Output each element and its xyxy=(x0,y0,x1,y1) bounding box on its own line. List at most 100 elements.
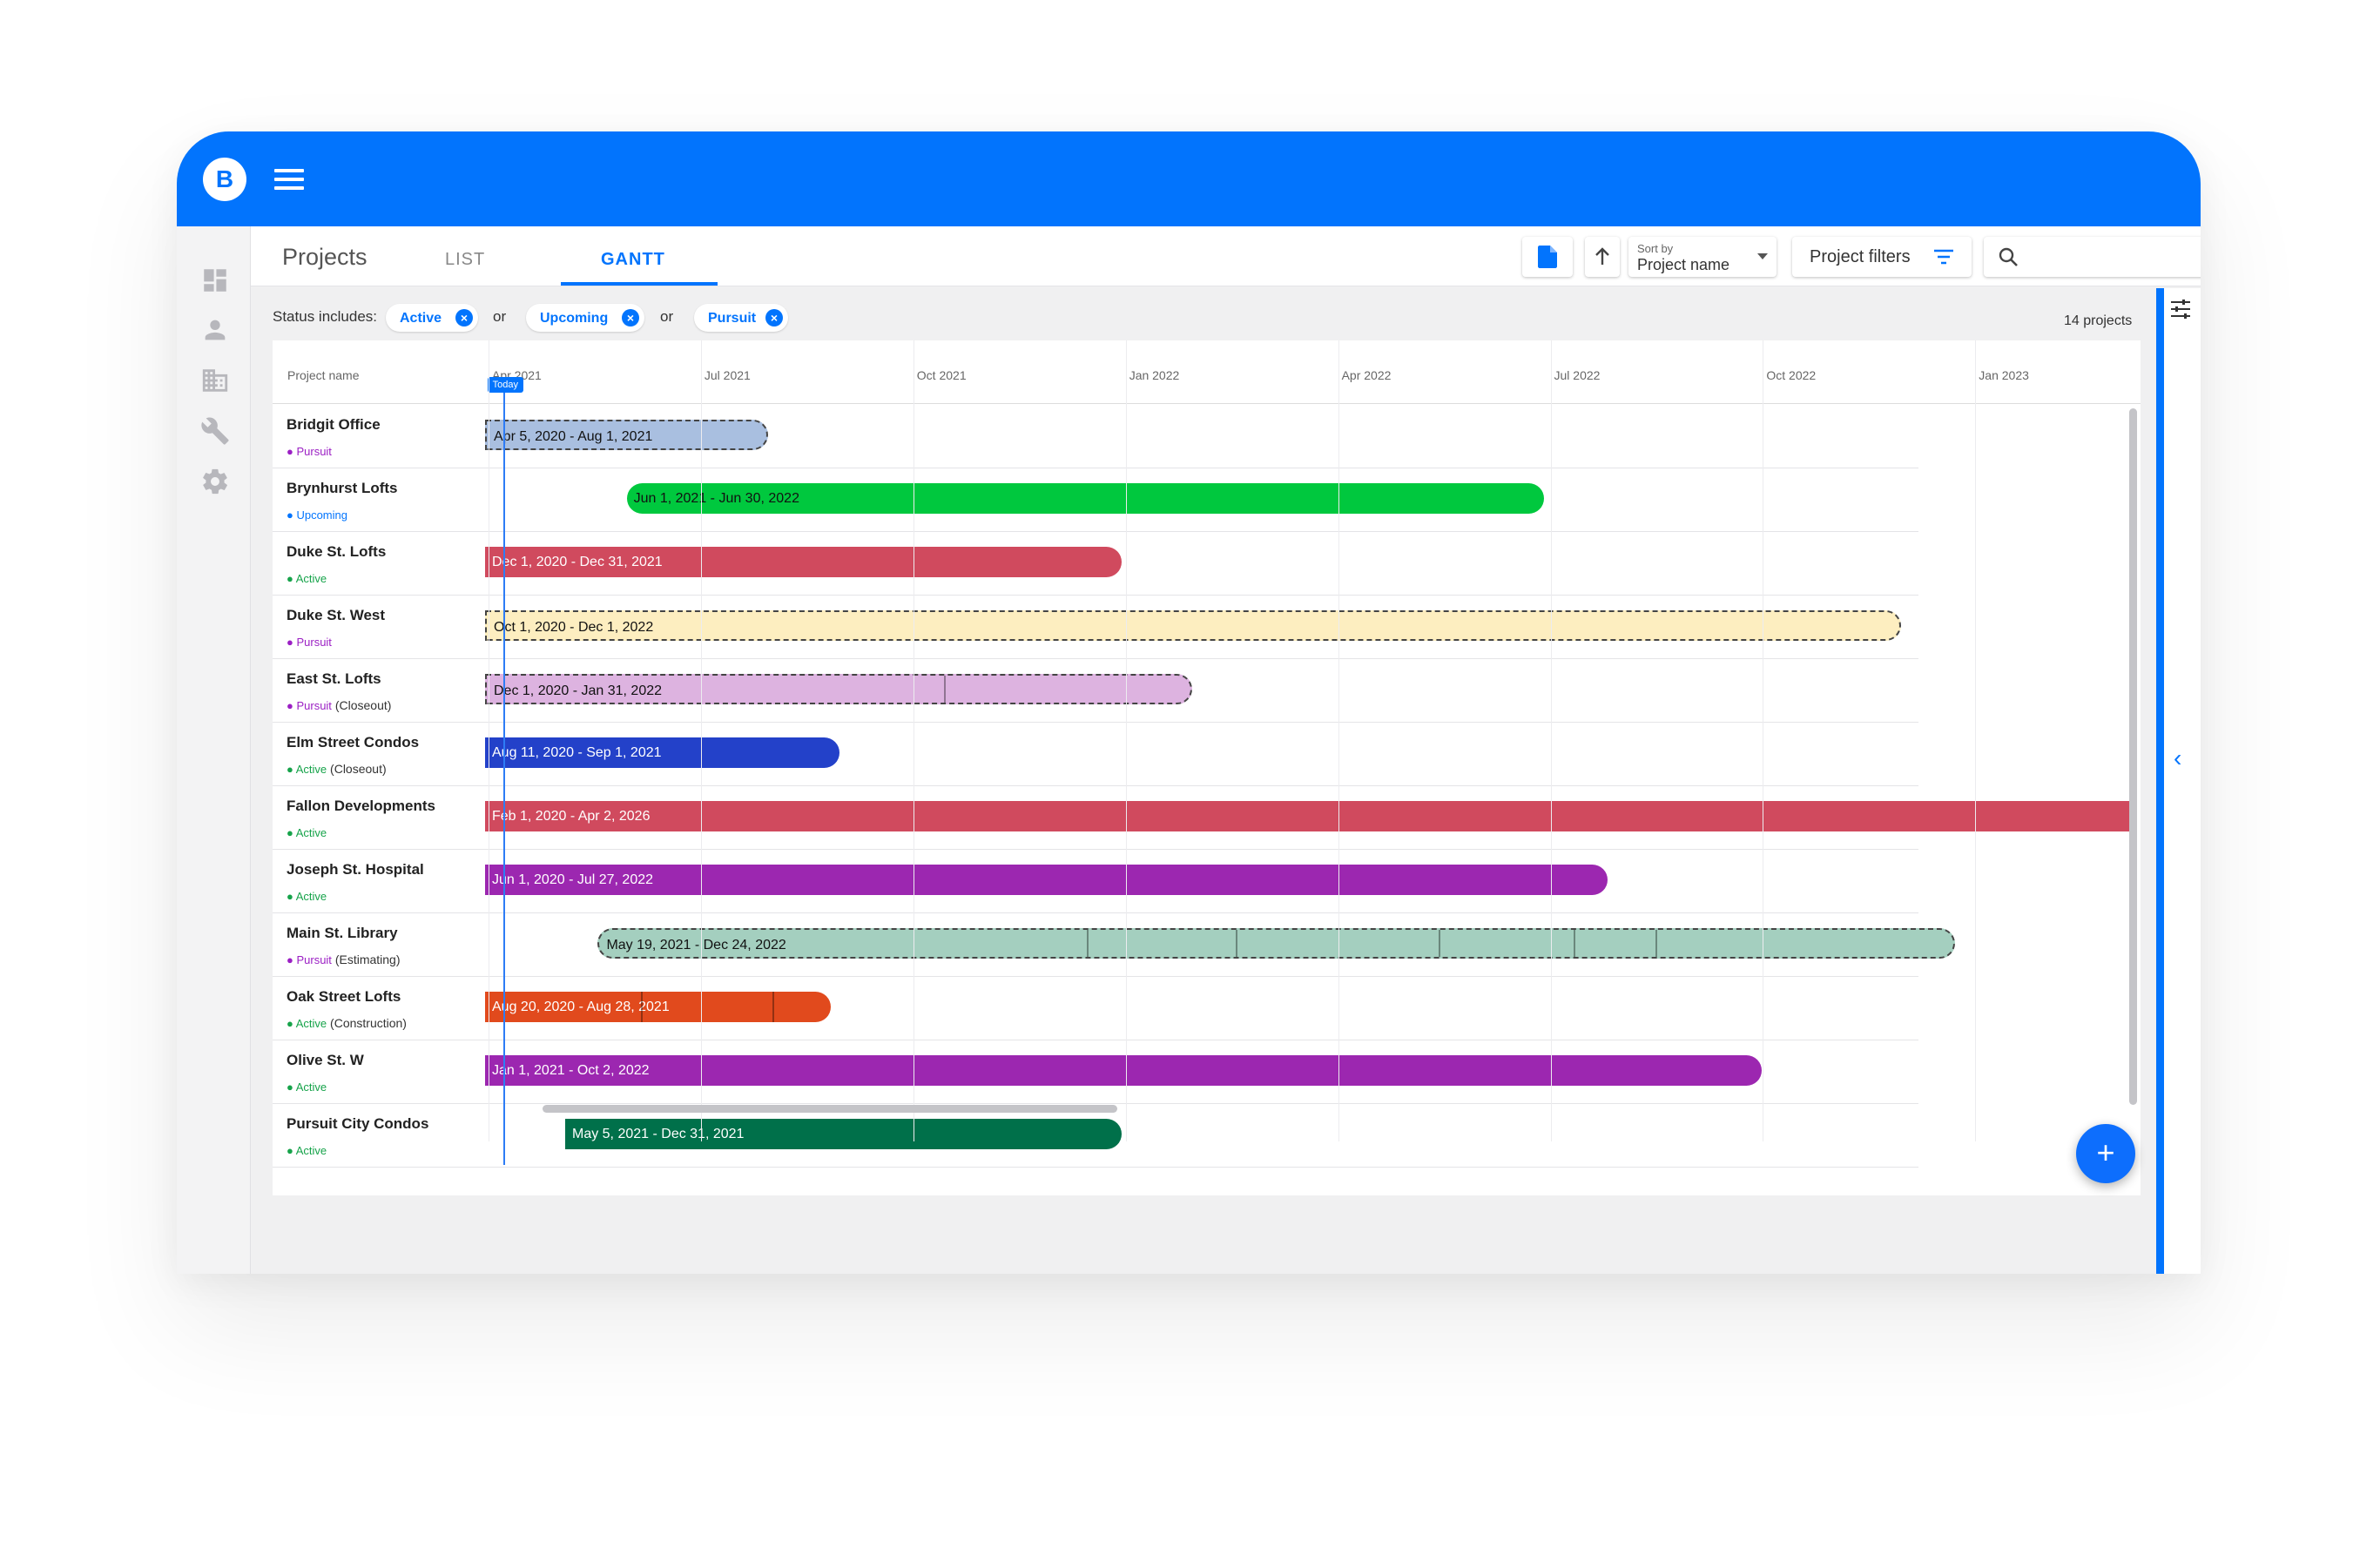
project-status: ● Active (Closeout) xyxy=(287,762,387,776)
month-label: Oct 2022 xyxy=(1766,368,1817,382)
gantt-row[interactable]: Main St. Library ● Pursuit (Estimating) Ma… xyxy=(273,912,1955,976)
gantt-bar[interactable]: Aug 20, 2020 - Aug 28, 2021 xyxy=(485,992,832,1022)
search-input[interactable] xyxy=(2027,244,2201,272)
project-name[interactable]: Main St. Library xyxy=(287,925,398,942)
project-name[interactable]: Duke St. West xyxy=(287,607,385,624)
tab-gantt[interactable]: GANTT xyxy=(601,250,665,270)
project-name[interactable]: Olive St. W xyxy=(287,1052,364,1069)
status-dot-icon: ● Pursuit xyxy=(287,445,332,458)
project-status: ● Upcoming xyxy=(287,508,347,522)
project-filters-label: Project filters xyxy=(1810,247,1911,266)
gantt-bar[interactable]: May 5, 2021 - Dec 31, 2021 xyxy=(564,1119,1122,1149)
tune-settings-icon[interactable] xyxy=(2169,299,2192,320)
project-name[interactable]: Joseph St. Hospital xyxy=(287,861,424,878)
page-title: Projects xyxy=(282,244,367,270)
project-status: ● Pursuit (Estimating) xyxy=(287,953,401,966)
status-dot-icon: ● Active xyxy=(287,1080,327,1094)
gantt-bar-dates: Dec 1, 2020 - Dec 31, 2021 xyxy=(492,555,663,569)
vertical-scrollbar[interactable] xyxy=(2129,408,2137,1105)
building-icon[interactable] xyxy=(200,366,230,395)
person-icon[interactable] xyxy=(200,315,230,345)
app-logo[interactable]: B xyxy=(203,158,246,201)
gantt-bar-dates: Apr 5, 2020 - Aug 1, 2021 xyxy=(494,429,653,444)
gantt-bar[interactable]: May 19, 2021 - Dec 24, 2022 xyxy=(597,928,1955,959)
status-dot-icon: ● Upcoming xyxy=(287,508,347,522)
gantt-row[interactable]: Fallon Developments ● Active Feb 1, 2020 -… xyxy=(273,785,2132,849)
gantt-bar[interactable]: Dec 1, 2020 - Jan 31, 2022 xyxy=(485,674,1192,704)
sort-direction-button[interactable] xyxy=(1585,237,1620,277)
month-label: Jan 2022 xyxy=(1129,368,1180,382)
project-name[interactable]: Oak Street Lofts xyxy=(287,988,401,1006)
project-status: ● Active (Construction) xyxy=(287,1016,407,1030)
gantt-bar[interactable]: Dec 1, 2020 - Dec 31, 2021 xyxy=(485,547,1122,577)
row-divider xyxy=(273,1167,1918,1168)
filter-icon xyxy=(1934,249,1953,265)
tab-list[interactable]: LIST xyxy=(445,250,485,270)
gear-icon[interactable] xyxy=(200,467,230,496)
gantt-bar-dates: Jan 1, 2021 - Oct 2, 2022 xyxy=(492,1063,650,1078)
project-status: ● Active xyxy=(287,1143,327,1157)
project-status: ● Active xyxy=(287,1080,327,1094)
hamburger-menu-icon[interactable] xyxy=(274,169,304,190)
status-dot-icon: ● Active xyxy=(287,1144,327,1157)
project-filters-button[interactable]: Project filters xyxy=(1792,237,1972,277)
gantt-row[interactable]: Brynhurst Lofts ● Upcoming Jun 1, 2021 - J… xyxy=(273,468,1918,531)
status-dot-icon: ● Pursuit xyxy=(287,699,332,712)
chip-pursuit[interactable]: Pursuit × xyxy=(694,304,788,332)
gantt-row[interactable]: Bridgit Office ● Pursuit Apr 5, 2020 - Aug… xyxy=(273,404,1918,468)
gantt-row[interactable]: Elm Street Condos ● Active (Closeout) Aug … xyxy=(273,722,1918,785)
month-gridline xyxy=(1550,340,1552,1141)
remove-chip-icon[interactable]: × xyxy=(455,309,473,326)
document-icon xyxy=(1538,246,1557,268)
wrench-icon[interactable] xyxy=(200,416,230,446)
gantt-row[interactable]: Duke St. West ● Pursuit Oct 1, 2020 - Dec … xyxy=(273,595,1918,658)
project-phase: (Estimating) xyxy=(331,953,401,966)
gantt-bar[interactable]: Apr 5, 2020 - Aug 1, 2021 xyxy=(485,420,769,450)
project-status: ● Pursuit (Closeout) xyxy=(287,698,391,712)
gantt-bar-phase-divider xyxy=(640,992,643,1022)
project-name[interactable]: Fallon Developments xyxy=(287,798,435,815)
sort-by-select[interactable]: Sort by Project name xyxy=(1628,237,1777,277)
chip-active[interactable]: Active × xyxy=(386,304,478,332)
chip-upcoming[interactable]: Upcoming × xyxy=(526,304,644,332)
horizontal-scrollbar[interactable] xyxy=(543,1105,1117,1113)
gantt-bar[interactable]: Jun 1, 2021 - Jun 30, 2022 xyxy=(626,483,1544,514)
gantt-bar-phase-divider xyxy=(1235,930,1237,957)
gantt-row[interactable]: Oak Street Lofts ● Active (Construction) A… xyxy=(273,976,1918,1040)
status-dot-icon: ● Active xyxy=(287,1017,327,1030)
month-label: Oct 2021 xyxy=(916,368,967,382)
remove-chip-icon[interactable]: × xyxy=(622,309,639,326)
dashboard-icon[interactable] xyxy=(200,266,230,295)
gantt-bar[interactable]: Jan 1, 2021 - Oct 2, 2022 xyxy=(485,1055,1763,1086)
gantt-bar[interactable]: Jun 1, 2020 - Jul 27, 2022 xyxy=(485,865,1608,895)
or-text: or xyxy=(660,308,674,325)
month-label: Jul 2021 xyxy=(704,368,751,382)
gantt-bar[interactable]: Feb 1, 2020 - Apr 2, 2026 xyxy=(485,801,2132,831)
gantt-bar[interactable]: Oct 1, 2020 - Dec 1, 2022 xyxy=(485,610,1901,641)
export-button[interactable] xyxy=(1522,237,1573,277)
gantt-row[interactable]: Olive St. W ● Active Jan 1, 2021 - Oct 2, … xyxy=(273,1040,1918,1103)
column-header-project-name: Project name xyxy=(287,368,360,382)
project-name[interactable]: Bridgit Office xyxy=(287,416,381,434)
project-name[interactable]: East St. Lofts xyxy=(287,670,381,688)
project-name[interactable]: Elm Street Condos xyxy=(287,734,419,751)
gantt-row[interactable]: Joseph St. Hospital ● Active Jun 1, 2020 -… xyxy=(273,849,1918,912)
gantt-bar[interactable]: Aug 11, 2020 - Sep 1, 2021 xyxy=(485,737,839,768)
chevron-left-icon[interactable]: ‹ xyxy=(2174,744,2181,772)
project-name[interactable]: Brynhurst Lofts xyxy=(287,480,398,497)
arrow-up-icon xyxy=(1595,247,1609,265)
add-project-button[interactable]: + xyxy=(2076,1124,2135,1183)
gantt-row[interactable]: East St. Lofts ● Pursuit (Closeout) Dec 1,… xyxy=(273,658,1918,722)
month-label: Jan 2023 xyxy=(1979,368,2029,382)
month-gridline xyxy=(1338,340,1339,1141)
gantt-bar-dates: May 5, 2021 - Dec 31, 2021 xyxy=(571,1127,745,1141)
project-name[interactable]: Pursuit City Condos xyxy=(287,1115,428,1133)
status-dot-icon: ● Active xyxy=(287,572,327,585)
project-name[interactable]: Duke St. Lofts xyxy=(287,543,386,561)
gantt-row[interactable]: Duke St. Lofts ● Active Dec 1, 2020 - Dec … xyxy=(273,531,1918,595)
status-dot-icon: ● Active xyxy=(287,763,327,776)
gantt-bar-dates: Aug 11, 2020 - Sep 1, 2021 xyxy=(492,745,662,760)
project-count: 14 projects xyxy=(2064,313,2133,328)
active-tab-indicator xyxy=(561,282,718,286)
remove-chip-icon[interactable]: × xyxy=(765,309,783,326)
